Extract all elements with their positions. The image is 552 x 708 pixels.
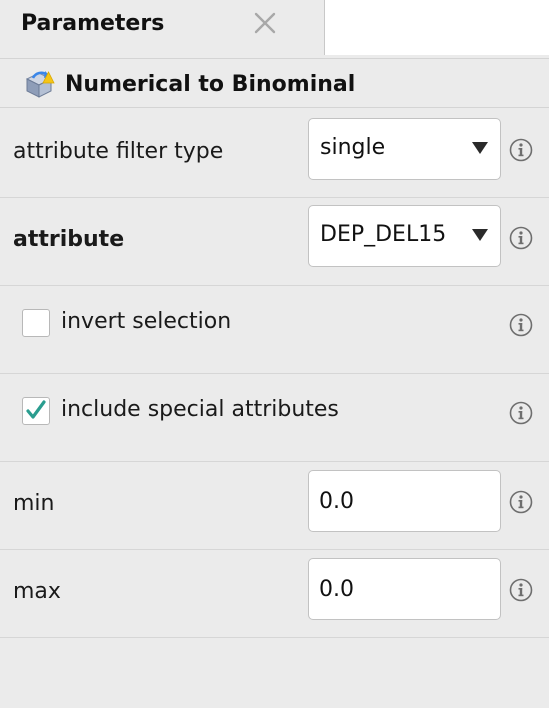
- chevron-down-icon: [472, 229, 488, 241]
- info-icon[interactable]: [509, 226, 533, 250]
- attribute-filter-type-select[interactable]: single: [308, 118, 501, 180]
- tab-strip: Parameters: [0, 0, 552, 55]
- chevron-down-icon: [472, 142, 488, 154]
- operator-header: Numerical to Binominal: [0, 58, 549, 108]
- max-field: [308, 558, 501, 620]
- checkmark-icon: [26, 400, 46, 419]
- info-icon[interactable]: [509, 578, 533, 602]
- param-row-invert-selection: invert selection: [0, 286, 549, 374]
- info-icon[interactable]: [509, 138, 533, 162]
- param-row-max: max: [0, 550, 549, 638]
- info-icon[interactable]: [509, 313, 533, 337]
- invert-selection-label: invert selection: [61, 309, 232, 334]
- min-label: min: [13, 491, 55, 516]
- max-label: max: [13, 579, 61, 604]
- parameters-panel: Parameters Numerical to Binominal attrib…: [0, 0, 552, 708]
- operator-icon: [23, 69, 55, 99]
- param-row-attribute: attribute DEP_DEL15: [0, 198, 549, 286]
- tab-parameters[interactable]: Parameters: [0, 0, 325, 55]
- close-icon[interactable]: [252, 10, 278, 36]
- attribute-filter-type-value: single: [320, 135, 386, 160]
- min-field: [308, 470, 501, 532]
- attribute-filter-type-label: attribute filter type: [13, 139, 224, 164]
- max-input[interactable]: [309, 559, 500, 619]
- info-icon[interactable]: [509, 490, 533, 514]
- param-row-min: min: [0, 462, 549, 550]
- operator-title: Numerical to Binominal: [65, 72, 356, 97]
- attribute-value: DEP_DEL15: [320, 222, 447, 247]
- include-special-attributes-checkbox[interactable]: [22, 397, 50, 425]
- min-input[interactable]: [309, 471, 500, 531]
- tab-title: Parameters: [21, 11, 165, 36]
- include-special-attributes-label: include special attributes: [61, 397, 339, 422]
- invert-selection-checkbox[interactable]: [22, 309, 50, 337]
- attribute-select[interactable]: DEP_DEL15: [308, 205, 501, 267]
- param-row-include-special-attributes: include special attributes: [0, 374, 549, 462]
- attribute-label: attribute: [13, 227, 125, 252]
- info-icon[interactable]: [509, 401, 533, 425]
- param-row-attribute-filter-type: attribute filter type single: [0, 110, 549, 198]
